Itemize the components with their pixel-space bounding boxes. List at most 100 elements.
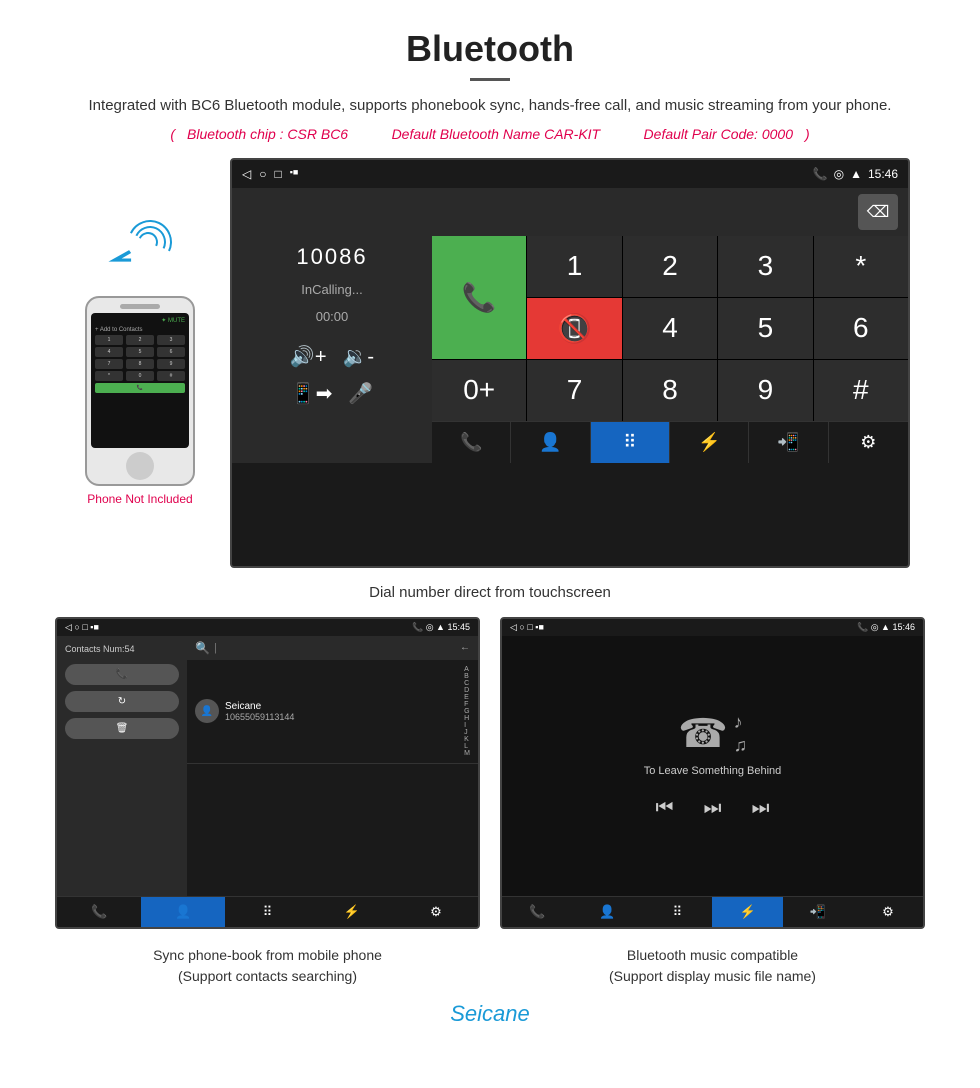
phone-key-star[interactable]: * [95,371,123,381]
phone-label: Phone Not Included [87,492,192,506]
music-status-right: 📞 ◎ ▲ 15:46 [857,622,915,633]
key-7[interactable]: 7 [527,360,621,421]
volume-down-icon[interactable]: 🔉- [343,344,375,369]
phone-key-9[interactable]: 9 [157,359,185,369]
captions-row: Sync phone-book from mobile phone (Suppo… [0,941,980,991]
key-star[interactable]: * [814,236,908,297]
music-playback-controls: ⏮ ⏭ ⏭ [656,797,770,820]
phone-key-1[interactable]: 1 [95,335,123,345]
phone-image: ✦ MUTE + Add to Contacts 1 2 3 4 5 6 7 8… [85,296,195,486]
call-action-button[interactable]: 📞 [65,664,179,685]
phone-key-5[interactable]: 5 [126,347,154,357]
key-9[interactable]: 9 [718,360,812,421]
contacts-nav-bluetooth[interactable]: ⚡ [310,897,394,927]
dial-call-time: 00:00 [316,309,349,324]
phone-key-2[interactable]: 2 [126,335,154,345]
phone-key-4[interactable]: 4 [95,347,123,357]
nav-transfer-button[interactable]: 📲 [749,422,828,463]
phone-home-button[interactable] [126,452,154,480]
contacts-nav-settings[interactable]: ⚙ [394,897,478,927]
nav-phone-button[interactable]: 📞 [432,422,511,463]
phone-key-3[interactable]: 3 [157,335,185,345]
phone-mockup: ⦟ ✦ MUTE + Add to Contacts 1 2 3 4 5 [70,218,210,506]
music-nav-keypad[interactable]: ⠿ [642,897,712,927]
status-right: 📞 ◎ ▲ 15:46 [813,167,898,181]
nav-bluetooth-button[interactable]: ⚡ [670,422,749,463]
volume-up-icon[interactable]: 🔊+ [290,344,327,369]
key-6[interactable]: 6 [814,298,908,359]
dial-input-field[interactable] [442,203,858,221]
phone-key-6[interactable]: 6 [157,347,185,357]
phone-keypad-row3: 7 8 9 [95,359,185,369]
header-specs: (Bluetooth chip : CSR BC6 Default Blueto… [40,126,940,142]
nav-keypad-button[interactable]: ⠿ [591,422,670,463]
contacts-nav-keypad[interactable]: ⠿ [225,897,309,927]
music-nav-transfer[interactable]: 📲 [783,897,853,927]
music-status-bar: ◁ ○ □ ▪■ 📞 ◎ ▲ 15:46 [502,619,923,636]
contacts-left-panel: Contacts Num:54 📞 ↻ 🗑 [57,636,187,896]
key-3[interactable]: 3 [718,236,812,297]
music-song-title: To Leave Something Behind [644,765,782,777]
mic-icon[interactable]: 🎤 [348,381,373,406]
music-nav-bluetooth[interactable]: ⚡ [712,897,782,927]
nav-settings-button[interactable]: ⚙ [829,422,908,463]
key-8[interactable]: 8 [623,360,717,421]
key-hash[interactable]: # [814,360,908,421]
contacts-caption-line1: Sync phone-book from mobile phone [55,945,480,966]
phone-receiver-icon: ☎ [678,711,728,757]
notification-icon: ▪■ [290,167,299,181]
contact-info: Seicane 10655059113144 [225,701,294,722]
backspace-button[interactable]: ⌫ [858,194,898,230]
music-caption-line2: (Support display music file name) [500,966,925,987]
contacts-nav-contacts[interactable]: 👤 [141,897,225,927]
phone-key-7[interactable]: 7 [95,359,123,369]
contacts-body: Contacts Num:54 📞 ↻ 🗑 🔍 ← 👤 Seicane 1065… [57,636,478,896]
bottom-navigation-bar: 📞 👤 ⠿ ⚡ 📲 ⚙ [432,421,908,463]
next-track-button[interactable]: ⏭ [752,797,770,820]
contact-entry[interactable]: 👤 Seicane 10655059113144 ABCDEFGHIJKLM [187,660,478,764]
music-nav-contacts[interactable]: 👤 [572,897,642,927]
transfer-icon[interactable]: 📱➡ [291,381,333,406]
key-1[interactable]: 1 [527,236,621,297]
contacts-nav-phone[interactable]: 📞 [57,897,141,927]
sync-action-button[interactable]: ↻ [65,691,179,712]
home-icon[interactable]: ○ [259,167,266,181]
android-dial-screen: ◁ ○ □ ▪■ 📞 ◎ ▲ 15:46 10086 InCalling... … [230,158,910,568]
contacts-status-right: 📞 ◎ ▲ 15:45 [412,622,470,633]
contacts-search-input[interactable] [214,642,456,654]
music-note-1: ♪ [734,712,748,733]
status-bar: ◁ ○ □ ▪■ 📞 ◎ ▲ 15:46 [232,160,908,188]
contacts-caption: Sync phone-book from mobile phone (Suppo… [55,945,480,987]
recents-icon[interactable]: □ [274,167,281,181]
music-nav-phone[interactable]: 📞 [502,897,572,927]
call-button[interactable]: 📞 [432,236,526,359]
key-5[interactable]: 5 [718,298,812,359]
key-0plus[interactable]: 0+ [432,360,526,421]
play-pause-button[interactable]: ⏭ [704,797,722,820]
key-2[interactable]: 2 [623,236,717,297]
delete-action-button[interactable]: 🗑 [65,718,179,739]
phone-call-button[interactable]: 📞 [95,383,185,393]
music-screen: ◁ ○ □ ▪■ 📞 ◎ ▲ 15:46 ☎ ♪ ♫ To Leave Some… [500,617,925,929]
music-bottom-bar: 📞 👤 ⠿ ⚡ 📲 ⚙ [502,896,923,927]
status-left: ◁ ○ □ ▪■ [242,167,298,181]
dial-caption: Dial number direct from touchscreen [0,576,980,617]
header-description: Integrated with BC6 Bluetooth module, su… [40,95,940,118]
dial-call-status: InCalling... [301,282,362,297]
main-screen-area: ⦟ ✦ MUTE + Add to Contacts 1 2 3 4 5 [0,158,980,576]
music-caption-line1: Bluetooth music compatible [500,945,925,966]
phone-key-8[interactable]: 8 [126,359,154,369]
dial-volume-controls: 🔊+ 🔉- [290,344,374,369]
end-call-button[interactable]: 📵 [527,298,621,359]
music-nav-settings[interactable]: ⚙ [853,897,923,927]
previous-track-button[interactable]: ⏮ [656,797,674,820]
spec-name: Default Bluetooth Name CAR-KIT [392,126,601,142]
key-4[interactable]: 4 [623,298,717,359]
bluetooth-waves: ⦟ [100,218,180,288]
bottom-screens: ◁ ○ □ ▪■ 📞 ◎ ▲ 15:45 Contacts Num:54 📞 ↻… [0,617,980,929]
phone-key-0[interactable]: 0 [126,371,154,381]
back-icon[interactable]: ◁ [242,167,251,181]
search-back-icon[interactable]: ← [460,642,470,653]
nav-contacts-button[interactable]: 👤 [511,422,590,463]
phone-key-hash[interactable]: # [157,371,185,381]
